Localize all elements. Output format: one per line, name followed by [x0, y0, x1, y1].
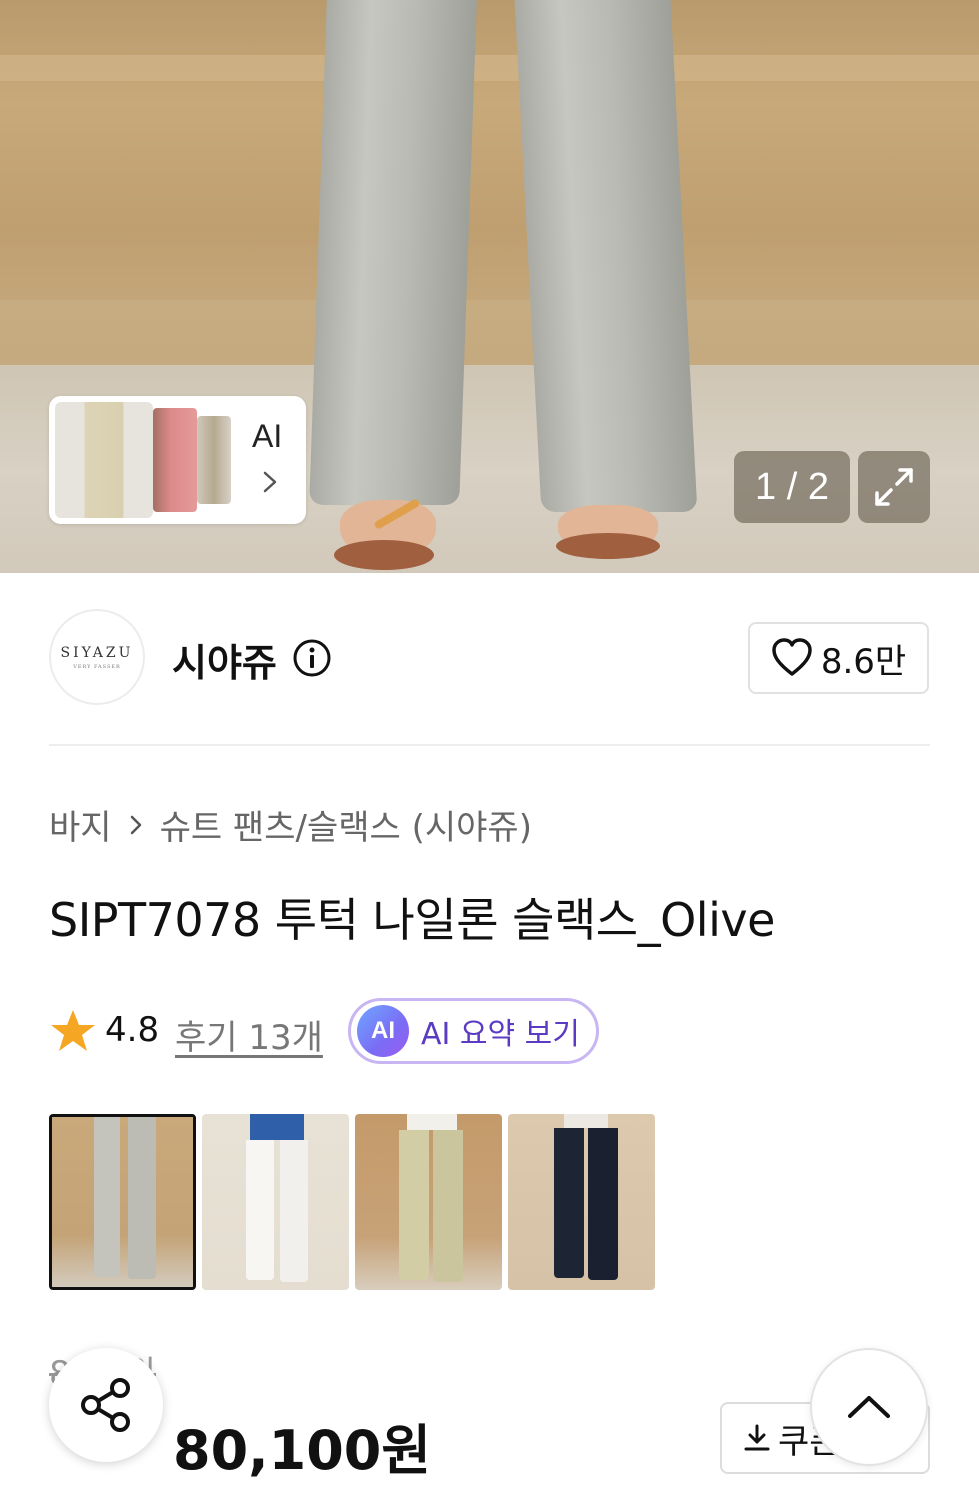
- shop-name[interactable]: 시야쥬: [172, 632, 277, 687]
- color-thumbnail-navy[interactable]: [508, 1114, 655, 1290]
- sale-price: 80,100원: [173, 1419, 432, 1482]
- image-counter: 1 / 2: [734, 451, 850, 523]
- sandal-left: [334, 540, 434, 570]
- share-icon: [81, 1378, 130, 1432]
- info-icon[interactable]: [292, 638, 332, 678]
- breadcrumb: 바지 슈트 팬츠/슬랙스 (시야쥬): [49, 800, 532, 849]
- scroll-to-top-button[interactable]: [810, 1348, 928, 1466]
- wall-ledge: [0, 55, 979, 81]
- color-thumbnail-white[interactable]: [202, 1114, 349, 1290]
- ai-thumb-image-2: [153, 408, 197, 512]
- like-count: 8.6만: [820, 641, 907, 682]
- pant-leg-left: [309, 0, 477, 505]
- ai-thumb-image-1: [55, 402, 153, 518]
- chevron-right-icon: [130, 815, 141, 834]
- product-title: SIPT7078 투턱 나일론 슬랙스_Olive: [49, 893, 775, 947]
- sandal-right: [556, 533, 660, 559]
- color-thumbnail-light-gray[interactable]: [49, 1114, 196, 1290]
- rating-value: 4.8: [105, 1010, 160, 1050]
- shop-logo-subtext: VERY FASSER: [73, 663, 121, 670]
- download-icon: [744, 1424, 770, 1451]
- color-thumbnail-olive[interactable]: [355, 1114, 502, 1290]
- shop-logo[interactable]: SIYAZU VERY FASSER: [49, 609, 145, 705]
- ai-summary-label: AI 요약 보기: [421, 1017, 580, 1052]
- ai-summary-button[interactable]: AI AI 요약 보기: [348, 998, 599, 1064]
- ai-card-label: AI: [252, 418, 283, 454]
- star-icon: [51, 1010, 95, 1051]
- ai-thumb-image-3: [197, 416, 231, 504]
- shop-logo-text: SIYAZU: [60, 644, 134, 661]
- reviews-link[interactable]: 후기 13개: [175, 1010, 323, 1059]
- divider: [49, 744, 930, 746]
- breadcrumb-item-category[interactable]: 바지: [49, 800, 112, 849]
- expand-button[interactable]: [858, 451, 930, 523]
- pant-leg-right: [514, 0, 698, 512]
- breadcrumb-item-subcategory[interactable]: 슈트 팬츠/슬랙스 (시야쥬): [160, 800, 532, 849]
- share-button[interactable]: [49, 1348, 163, 1462]
- ai-similar-items-card[interactable]: AI: [49, 396, 306, 524]
- product-image-gallery[interactable]: AI 1 / 2: [0, 0, 979, 573]
- ai-badge-icon: AI: [357, 1005, 409, 1057]
- chevron-up-icon: [848, 1396, 890, 1418]
- chevron-right-icon: [263, 471, 277, 493]
- expand-icon: [875, 468, 913, 506]
- like-button[interactable]: 8.6만: [748, 622, 929, 694]
- heart-icon: [772, 638, 812, 676]
